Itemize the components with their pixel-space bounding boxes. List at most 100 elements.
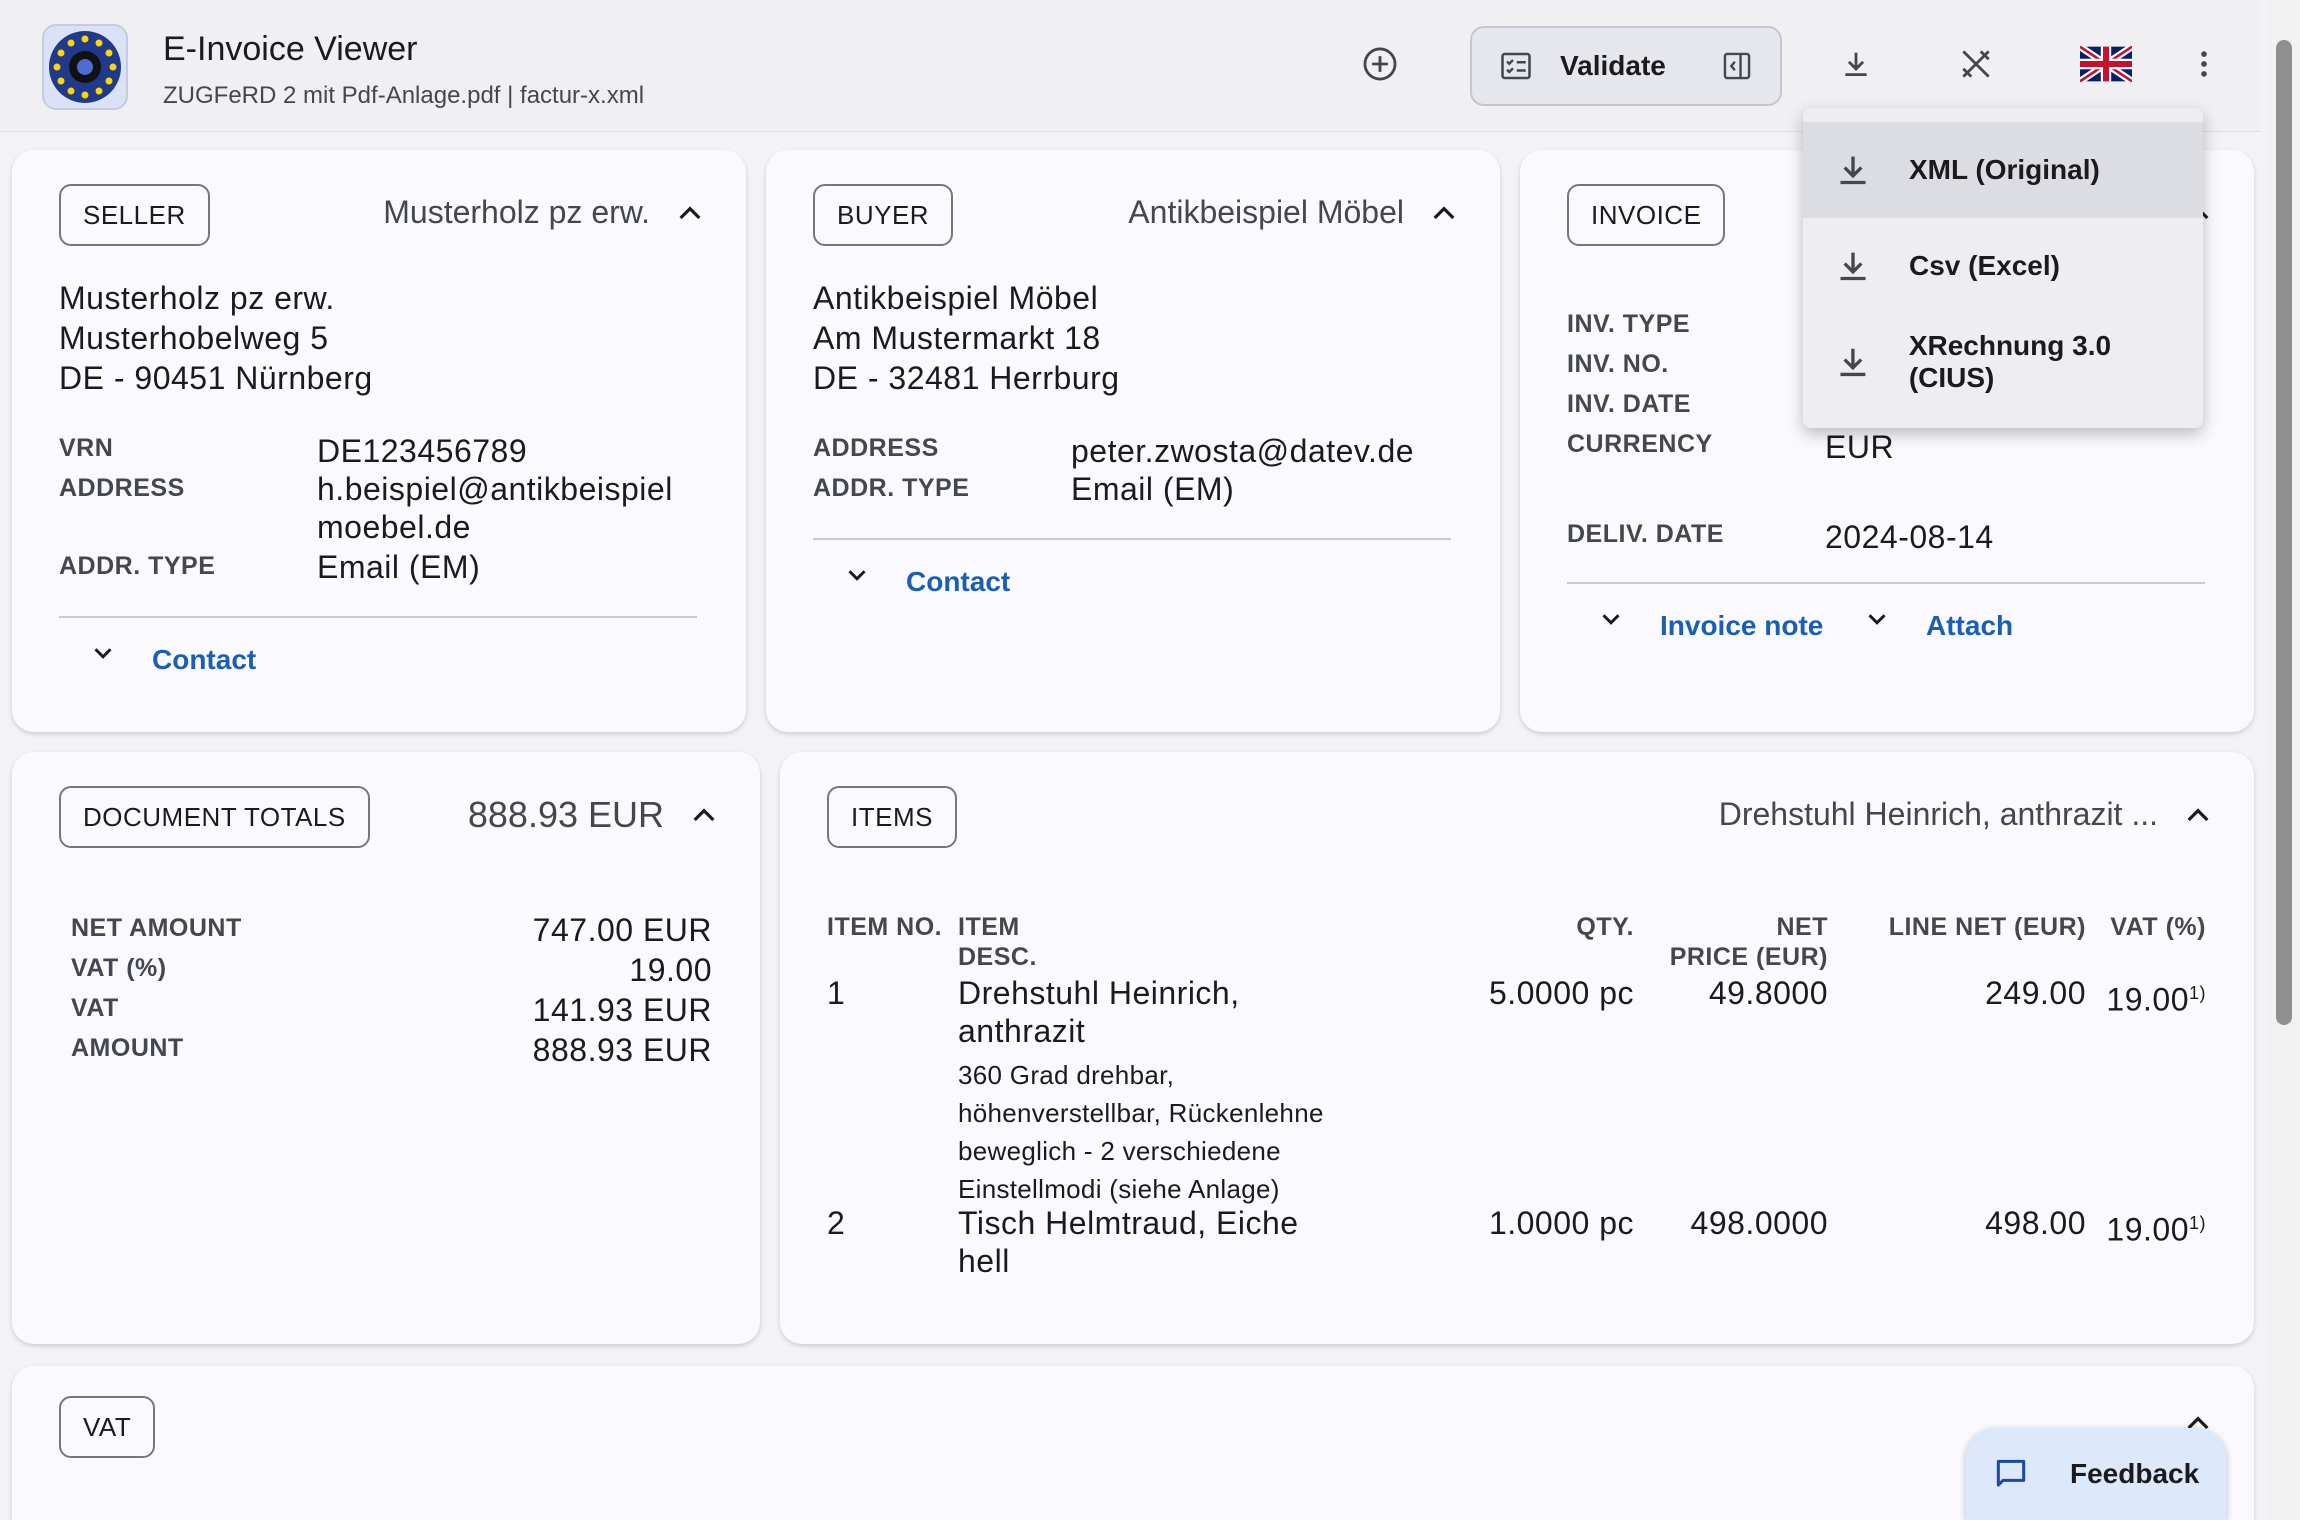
- menu-item-label: XRechnung 3.0 (CIUS): [1908, 330, 2112, 393]
- vat-amount-value: 141.93 EUR: [532, 992, 712, 1028]
- scrollbar-thumb[interactable]: [2276, 40, 2292, 1025]
- col-net-price-line: NET: [1776, 913, 1828, 941]
- buyer-contact-toggle[interactable]: Contact: [842, 566, 1010, 598]
- buyer-address-line: DE - 32481 Herrburg: [813, 360, 1120, 396]
- col-net-price: NET PRICE (EUR): [1670, 912, 1828, 972]
- download-button[interactable]: [1824, 32, 1888, 96]
- seller-address-line: Musterhobelweg 5: [59, 320, 329, 356]
- side-panel-icon[interactable]: [1720, 49, 1754, 83]
- file-name: ZUGFeRD 2 mit Pdf-Anlage.pdf | factur-x.…: [163, 82, 645, 109]
- deliv-date-label: DELIV. DATE: [1567, 520, 1724, 548]
- inv-type-label: INV. TYPE: [1567, 310, 1691, 338]
- seller-address-value: h.beispiel@antikbeispiel moebel.de: [317, 470, 673, 546]
- item-1-no: 1: [827, 975, 846, 1011]
- amount-value: 888.93 EUR: [532, 1032, 712, 1068]
- seller-email-part: moebel.de: [317, 509, 471, 545]
- item-1-vat-footnote: 1): [2188, 983, 2206, 1003]
- item-2-vat: 19.001): [2106, 1204, 2206, 1249]
- tools-button[interactable]: [1944, 32, 2008, 96]
- col-item-no: ITEM NO.: [827, 913, 943, 941]
- add-file-button[interactable]: [1348, 32, 1412, 96]
- chevron-down-icon: [848, 570, 866, 581]
- col-qty: QTY.: [1576, 913, 1634, 941]
- item-2-name: Tisch Helmtraud, Eiche hell: [958, 1204, 1299, 1280]
- col-vat: VAT (%): [2110, 913, 2206, 941]
- seller-contact-label: Contact: [152, 644, 257, 675]
- inv-date-label: INV. DATE: [1567, 390, 1691, 418]
- download-icon: [1840, 348, 1866, 377]
- seller-card-head: Musterholz pz erw.: [383, 194, 650, 230]
- buyer-address: Antikbeispiel Möbel Am Mustermarkt 18 DE…: [813, 278, 1120, 398]
- buyer-address-line: Antikbeispiel Möbel: [813, 280, 1099, 316]
- download-xml-original[interactable]: XML (Original): [1803, 122, 2203, 218]
- more-vert-icon: [2201, 51, 2207, 77]
- vrn-value: DE123456789: [317, 433, 528, 469]
- seller-addr-type-label: ADDR. TYPE: [59, 552, 216, 580]
- col-net-price-line: PRICE (EUR): [1669, 943, 1828, 971]
- seller-address-label: ADDRESS: [59, 474, 185, 502]
- attach-toggle[interactable]: Attach: [1862, 610, 2013, 642]
- collapse-buyer-icon[interactable]: [1428, 198, 1460, 230]
- chevron-down-icon: [94, 648, 112, 659]
- add-circle-icon: [1363, 47, 1397, 81]
- buyer-card-head: Antikbeispiel Möbel: [1128, 194, 1404, 230]
- vat-chip: VAT: [59, 1396, 156, 1458]
- feedback-label: Feedback: [2070, 1458, 2200, 1489]
- download-icon: [1840, 252, 1866, 281]
- buyer-addr-type-label: ADDR. TYPE: [813, 474, 970, 502]
- totals-card: DOCUMENT TOTALS 888.93 EUR NET AMOUNT 74…: [12, 752, 760, 1344]
- item-1-desc-line: beweglich - 2 verschiedene: [958, 1136, 1281, 1166]
- buyer-address-label: ADDRESS: [813, 434, 939, 462]
- item-1-desc-line: 360 Grad drehbar,: [958, 1060, 1175, 1090]
- vat-rate-value: 19.00: [629, 952, 712, 988]
- vat-amount-label: VAT: [71, 994, 119, 1022]
- net-amount-value: 747.00 EUR: [532, 912, 712, 948]
- invoice-note-label: Invoice note: [1660, 610, 1824, 641]
- buyer-card: BUYER Antikbeispiel Möbel Antikbeispiel …: [766, 150, 1500, 732]
- seller-address-line: DE - 90451 Nürnberg: [59, 360, 373, 396]
- collapse-totals-icon[interactable]: [688, 800, 720, 832]
- buyer-addr-type-value: Email (EM): [1071, 471, 1235, 507]
- item-2-line-net: 498.00: [1985, 1205, 2086, 1241]
- invoice-divider: [1567, 582, 2205, 584]
- seller-address-line: Musterholz pz erw.: [59, 280, 335, 316]
- item-2-name-line: hell: [958, 1243, 1010, 1279]
- validate-button[interactable]: Validate: [1470, 26, 1782, 106]
- invoice-note-toggle[interactable]: Invoice note: [1596, 610, 1823, 642]
- vat-rate-label: VAT (%): [71, 954, 167, 982]
- language-button[interactable]: [2074, 32, 2138, 96]
- buyer-contact-label: Contact: [906, 566, 1011, 597]
- items-card: ITEMS Drehstuhl Heinrich, anthrazit ... …: [780, 752, 2254, 1344]
- item-1-name: Drehstuhl Heinrich, anthrazit: [958, 974, 1240, 1050]
- buyer-divider: [813, 538, 1451, 540]
- eu-logo: [42, 24, 128, 110]
- item-1-desc-line: Einstellmodi (siehe Anlage): [958, 1174, 1280, 1204]
- more-menu-button[interactable]: [2172, 32, 2236, 96]
- chevron-down-icon: [1868, 614, 1886, 625]
- currency-label: CURRENCY: [1567, 430, 1713, 458]
- feedback-button[interactable]: Feedback: [1966, 1428, 2226, 1520]
- download-icon: [1845, 52, 1867, 77]
- collapse-items-icon[interactable]: [2182, 800, 2214, 832]
- item-1-line-net: 249.00: [1985, 975, 2086, 1011]
- checklist-icon: [1501, 52, 1531, 80]
- seller-contact-toggle[interactable]: Contact: [88, 644, 256, 676]
- seller-email-part: h.beispiel@antikbeispiel: [317, 471, 673, 507]
- chevron-down-icon: [1602, 614, 1620, 625]
- currency-value: EUR: [1825, 429, 1895, 465]
- chat-icon: [1996, 1459, 2026, 1487]
- collapse-seller-icon[interactable]: [674, 198, 706, 230]
- inv-no-label: INV. NO.: [1567, 350, 1669, 378]
- item-2-vat-value: 19.00: [2106, 1211, 2189, 1248]
- col-line-net: LINE NET (EUR): [1888, 913, 2086, 941]
- seller-addr-type-value: Email (EM): [317, 549, 481, 585]
- item-1-desc-line: höhenverstellbar, Rückenlehne: [958, 1098, 1324, 1128]
- validate-label: Validate: [1560, 50, 1666, 81]
- item-1-desc: 360 Grad drehbar, höhenverstellbar, Rück…: [958, 1056, 1324, 1208]
- items-chip: ITEMS: [827, 786, 957, 848]
- item-2-name-line: Tisch Helmtraud, Eiche: [958, 1205, 1299, 1241]
- download-csv-excel[interactable]: Csv (Excel): [1803, 218, 2203, 314]
- download-xrechnung[interactable]: XRechnung 3.0 (CIUS): [1803, 314, 2203, 410]
- seller-divider: [59, 616, 697, 618]
- menu-item-label: Csv (Excel): [1909, 250, 2060, 281]
